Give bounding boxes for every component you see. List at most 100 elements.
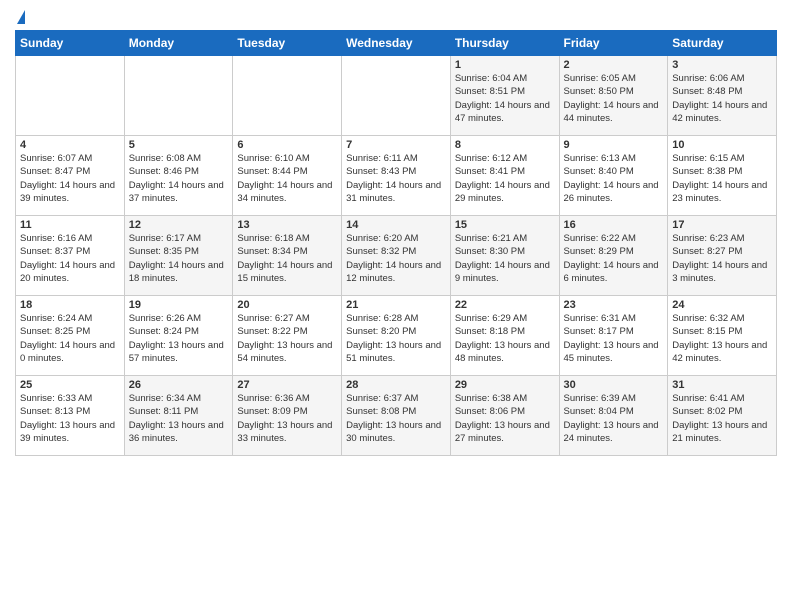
day-info-line: Sunset: 8:22 PM	[237, 325, 337, 338]
calendar-cell	[124, 56, 233, 136]
day-info-line: Daylight: 14 hours and 6 minutes.	[564, 259, 664, 286]
day-info-line: Sunset: 8:15 PM	[672, 325, 772, 338]
day-info-line: Sunrise: 6:32 AM	[672, 312, 772, 325]
day-info-line: Sunset: 8:46 PM	[129, 165, 229, 178]
day-info-line: Daylight: 13 hours and 54 minutes.	[237, 339, 337, 366]
header-tuesday: Tuesday	[233, 31, 342, 56]
day-info-line: Sunset: 8:50 PM	[564, 85, 664, 98]
day-info-line: Daylight: 14 hours and 31 minutes.	[346, 179, 446, 206]
day-number: 26	[129, 379, 229, 391]
day-info-line: Sunrise: 6:05 AM	[564, 72, 664, 85]
calendar-cell: 22Sunrise: 6:29 AMSunset: 8:18 PMDayligh…	[450, 296, 559, 376]
day-number: 30	[564, 379, 664, 391]
day-info: Sunrise: 6:33 AMSunset: 8:13 PMDaylight:…	[20, 392, 120, 445]
day-number: 21	[346, 299, 446, 311]
day-info-line: Sunrise: 6:34 AM	[129, 392, 229, 405]
calendar-cell: 21Sunrise: 6:28 AMSunset: 8:20 PMDayligh…	[342, 296, 451, 376]
day-info-line: Sunset: 8:51 PM	[455, 85, 555, 98]
day-number: 5	[129, 139, 229, 151]
day-info: Sunrise: 6:15 AMSunset: 8:38 PMDaylight:…	[672, 152, 772, 205]
day-info-line: Sunrise: 6:41 AM	[672, 392, 772, 405]
day-info-line: Sunrise: 6:06 AM	[672, 72, 772, 85]
day-info-line: Sunset: 8:43 PM	[346, 165, 446, 178]
day-number: 24	[672, 299, 772, 311]
day-info-line: Sunrise: 6:26 AM	[129, 312, 229, 325]
day-info-line: Sunset: 8:27 PM	[672, 245, 772, 258]
header-sunday: Sunday	[16, 31, 125, 56]
day-info: Sunrise: 6:08 AMSunset: 8:46 PMDaylight:…	[129, 152, 229, 205]
calendar-cell	[342, 56, 451, 136]
day-info-line: Sunrise: 6:33 AM	[20, 392, 120, 405]
day-info-line: Sunset: 8:29 PM	[564, 245, 664, 258]
day-info: Sunrise: 6:12 AMSunset: 8:41 PMDaylight:…	[455, 152, 555, 205]
calendar-cell: 24Sunrise: 6:32 AMSunset: 8:15 PMDayligh…	[668, 296, 777, 376]
day-info-line: Sunset: 8:38 PM	[672, 165, 772, 178]
calendar-cell: 1Sunrise: 6:04 AMSunset: 8:51 PMDaylight…	[450, 56, 559, 136]
day-number: 10	[672, 139, 772, 151]
day-number: 2	[564, 59, 664, 71]
day-info: Sunrise: 6:05 AMSunset: 8:50 PMDaylight:…	[564, 72, 664, 125]
calendar-cell: 15Sunrise: 6:21 AMSunset: 8:30 PMDayligh…	[450, 216, 559, 296]
day-info-line: Sunrise: 6:27 AM	[237, 312, 337, 325]
day-number: 6	[237, 139, 337, 151]
day-info-line: Daylight: 14 hours and 44 minutes.	[564, 99, 664, 126]
day-info-line: Sunset: 8:04 PM	[564, 405, 664, 418]
day-info: Sunrise: 6:24 AMSunset: 8:25 PMDaylight:…	[20, 312, 120, 365]
day-info-line: Sunrise: 6:28 AM	[346, 312, 446, 325]
calendar-cell: 13Sunrise: 6:18 AMSunset: 8:34 PMDayligh…	[233, 216, 342, 296]
day-info-line: Sunset: 8:44 PM	[237, 165, 337, 178]
day-info-line: Daylight: 14 hours and 42 minutes.	[672, 99, 772, 126]
day-info-line: Sunrise: 6:12 AM	[455, 152, 555, 165]
day-info-line: Sunset: 8:37 PM	[20, 245, 120, 258]
day-number: 27	[237, 379, 337, 391]
day-info-line: Sunset: 8:06 PM	[455, 405, 555, 418]
day-info-line: Sunset: 8:34 PM	[237, 245, 337, 258]
day-info-line: Sunset: 8:02 PM	[672, 405, 772, 418]
day-info: Sunrise: 6:18 AMSunset: 8:34 PMDaylight:…	[237, 232, 337, 285]
day-number: 1	[455, 59, 555, 71]
day-info-line: Daylight: 13 hours and 42 minutes.	[672, 339, 772, 366]
day-info-line: Sunset: 8:08 PM	[346, 405, 446, 418]
calendar-cell	[233, 56, 342, 136]
day-info-line: Daylight: 13 hours and 30 minutes.	[346, 419, 446, 446]
day-info: Sunrise: 6:04 AMSunset: 8:51 PMDaylight:…	[455, 72, 555, 125]
calendar-week-row: 25Sunrise: 6:33 AMSunset: 8:13 PMDayligh…	[16, 376, 777, 456]
day-number: 4	[20, 139, 120, 151]
calendar-cell: 16Sunrise: 6:22 AMSunset: 8:29 PMDayligh…	[559, 216, 668, 296]
day-number: 11	[20, 219, 120, 231]
logo	[15, 10, 25, 24]
day-info-line: Sunrise: 6:16 AM	[20, 232, 120, 245]
day-info: Sunrise: 6:31 AMSunset: 8:17 PMDaylight:…	[564, 312, 664, 365]
calendar-week-row: 11Sunrise: 6:16 AMSunset: 8:37 PMDayligh…	[16, 216, 777, 296]
day-info-line: Sunrise: 6:31 AM	[564, 312, 664, 325]
calendar-cell: 10Sunrise: 6:15 AMSunset: 8:38 PMDayligh…	[668, 136, 777, 216]
day-info: Sunrise: 6:26 AMSunset: 8:24 PMDaylight:…	[129, 312, 229, 365]
calendar-cell: 20Sunrise: 6:27 AMSunset: 8:22 PMDayligh…	[233, 296, 342, 376]
day-info-line: Daylight: 14 hours and 26 minutes.	[564, 179, 664, 206]
day-info-line: Daylight: 14 hours and 34 minutes.	[237, 179, 337, 206]
day-number: 3	[672, 59, 772, 71]
day-info: Sunrise: 6:13 AMSunset: 8:40 PMDaylight:…	[564, 152, 664, 205]
calendar-cell: 5Sunrise: 6:08 AMSunset: 8:46 PMDaylight…	[124, 136, 233, 216]
calendar-cell: 11Sunrise: 6:16 AMSunset: 8:37 PMDayligh…	[16, 216, 125, 296]
day-info: Sunrise: 6:32 AMSunset: 8:15 PMDaylight:…	[672, 312, 772, 365]
calendar-cell: 4Sunrise: 6:07 AMSunset: 8:47 PMDaylight…	[16, 136, 125, 216]
day-info-line: Daylight: 13 hours and 39 minutes.	[20, 419, 120, 446]
day-info-line: Daylight: 14 hours and 39 minutes.	[20, 179, 120, 206]
day-info-line: Sunrise: 6:18 AM	[237, 232, 337, 245]
day-info-line: Daylight: 13 hours and 24 minutes.	[564, 419, 664, 446]
day-info: Sunrise: 6:37 AMSunset: 8:08 PMDaylight:…	[346, 392, 446, 445]
day-info-line: Sunset: 8:40 PM	[564, 165, 664, 178]
day-info-line: Daylight: 13 hours and 45 minutes.	[564, 339, 664, 366]
day-info-line: Daylight: 13 hours and 21 minutes.	[672, 419, 772, 446]
calendar-cell: 6Sunrise: 6:10 AMSunset: 8:44 PMDaylight…	[233, 136, 342, 216]
day-info-line: Sunrise: 6:24 AM	[20, 312, 120, 325]
day-info-line: Daylight: 14 hours and 3 minutes.	[672, 259, 772, 286]
day-info: Sunrise: 6:16 AMSunset: 8:37 PMDaylight:…	[20, 232, 120, 285]
day-info-line: Daylight: 14 hours and 15 minutes.	[237, 259, 337, 286]
day-info-line: Daylight: 14 hours and 18 minutes.	[129, 259, 229, 286]
day-number: 29	[455, 379, 555, 391]
day-info: Sunrise: 6:20 AMSunset: 8:32 PMDaylight:…	[346, 232, 446, 285]
day-info: Sunrise: 6:23 AMSunset: 8:27 PMDaylight:…	[672, 232, 772, 285]
calendar-page: SundayMondayTuesdayWednesdayThursdayFrid…	[0, 0, 792, 612]
